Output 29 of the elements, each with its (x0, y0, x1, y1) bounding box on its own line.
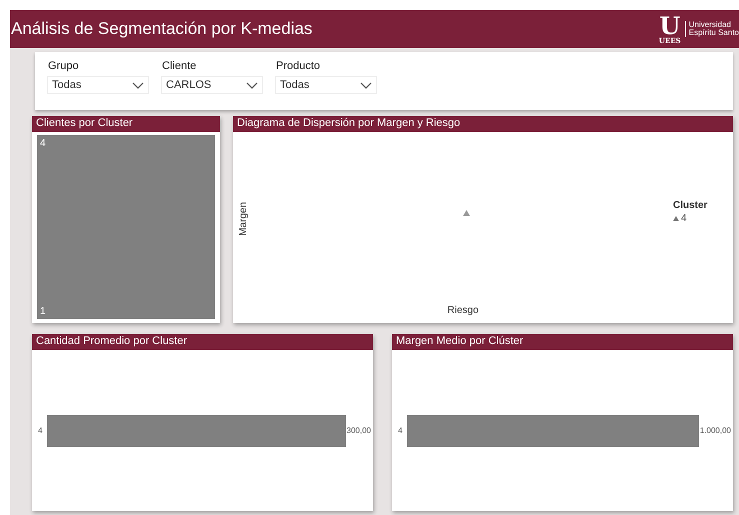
triangle-marker (463, 210, 470, 216)
chevron-down-icon (246, 82, 258, 88)
value-label: 300,00 (346, 426, 371, 435)
logo-text: Universidad (688, 21, 732, 29)
card-title: Cantidad Promedio por Cluster (32, 334, 373, 350)
tile-value: 1 (40, 306, 47, 317)
legend-label: 4 (681, 212, 687, 224)
logo-text: Espíritu Santo (688, 29, 739, 37)
card-title: Clientes por Cluster (32, 116, 220, 132)
logo-mark: U (659, 14, 680, 36)
dropdown[interactable]: Todas (47, 76, 149, 94)
category-label: 4 (398, 426, 404, 435)
axis-label: Margen (238, 202, 248, 236)
legend-title: Cluster (673, 200, 708, 210)
chevron-down-icon (360, 82, 372, 88)
triangle-icon (673, 216, 679, 220)
dropdown[interactable]: CARLOS (161, 76, 263, 94)
tile-label: 4 (40, 138, 47, 149)
filter-label: Cliente (161, 60, 198, 72)
value-label: 1.000,00 (700, 426, 731, 435)
axis-label: Riesgo (447, 305, 479, 318)
chevron-down-icon (132, 82, 144, 88)
card-title: Margen Medio por Clúster (392, 334, 733, 350)
dropdown[interactable]: Todas (275, 76, 377, 94)
page-title: Análisis de Segmentación por K-medias (10, 19, 312, 39)
filter-label: Producto (275, 60, 322, 72)
category-label: 4 (38, 426, 44, 435)
card-title: Diagrama de Dispersión por Margen y Riesgo (233, 116, 733, 132)
filter-label: Grupo (47, 60, 80, 72)
